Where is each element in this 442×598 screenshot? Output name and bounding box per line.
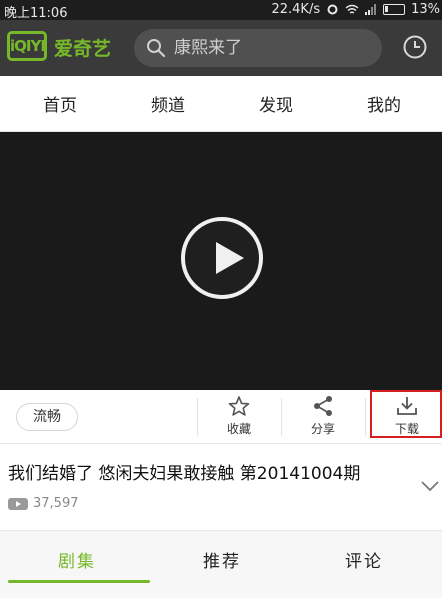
search-bar[interactable] <box>134 29 382 67</box>
main-nav: 首页 频道 发现 我的 <box>0 76 442 132</box>
video-title: 我们结婚了 悠闲夫妇果敢接触 第20141004期 <box>8 464 361 484</box>
play-icon[interactable] <box>181 217 263 299</box>
status-bar: 晚上11:06 22.4K/s 13% <box>0 0 442 21</box>
nav-item-mine[interactable]: 我的 <box>367 91 401 116</box>
content-tabs: 剧集 推荐 评论 <box>0 530 442 598</box>
nav-item-channels[interactable]: 频道 <box>151 91 185 116</box>
share-button[interactable]: 分享 <box>281 390 365 444</box>
tab-recommend[interactable]: 推荐 <box>203 547 241 572</box>
nav-item-home[interactable]: 首页 <box>43 91 77 116</box>
download-highlight-box <box>370 390 442 438</box>
video-player[interactable] <box>0 132 442 390</box>
tab-comments[interactable]: 评论 <box>345 547 383 572</box>
battery-icon <box>383 4 406 15</box>
view-count-row: 37,597 <box>8 496 79 511</box>
share-icon <box>314 396 332 416</box>
wifi-icon <box>345 4 359 14</box>
nav-item-discover[interactable]: 发现 <box>259 91 293 116</box>
quality-button[interactable]: 流畅 <box>16 403 78 431</box>
status-time: 晚上11:06 <box>4 6 68 21</box>
settings-gear-icon <box>327 4 338 15</box>
history-clock-icon[interactable] <box>402 34 428 60</box>
logo-mark: iQIYI <box>7 31 47 61</box>
search-input[interactable] <box>174 35 374 61</box>
app-header: iQIYI 爱奇艺 <box>0 20 442 76</box>
video-info: 我们结婚了 悠闲夫妇果敢接触 第20141004期 37,597 <box>0 444 442 530</box>
battery-percent: 13% <box>411 2 440 17</box>
star-icon <box>228 396 250 416</box>
active-tab-indicator <box>8 580 150 583</box>
favorite-button[interactable]: 收藏 <box>197 390 281 444</box>
view-count: 37,597 <box>33 496 79 511</box>
tab-episodes[interactable]: 剧集 <box>58 547 96 572</box>
status-right: 22.4K/s 13% <box>271 2 440 17</box>
search-icon <box>147 39 166 58</box>
logo-text: 爱奇艺 <box>54 38 112 60</box>
network-speed: 22.4K/s <box>271 2 321 17</box>
share-label: 分享 <box>310 422 335 436</box>
chevron-down-icon[interactable] <box>420 480 440 492</box>
signal-icon <box>365 4 377 15</box>
play-count-icon <box>8 497 28 510</box>
favorite-label: 收藏 <box>226 422 251 436</box>
